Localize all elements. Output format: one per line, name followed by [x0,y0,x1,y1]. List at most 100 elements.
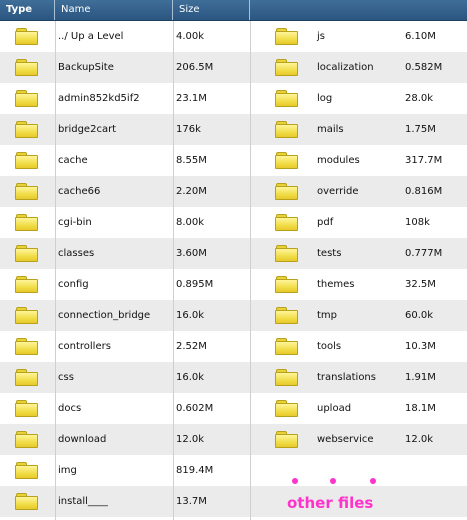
table-row[interactable]: cache 8.55M modules 317.7M [0,145,467,176]
folder-icon [275,121,298,138]
folder-name[interactable]: cache66 [58,176,100,207]
table-row[interactable]: BackupSite 206.5M localization 0.582M [0,52,467,83]
table-row[interactable]: cgi-bin 8.00k pdf 108k [0,207,467,238]
annotation-dot [370,478,376,484]
folder-icon [15,400,38,417]
table-row[interactable]: cache66 2.20M override 0.816M [0,176,467,207]
folder-icon [275,90,298,107]
folder-size: 12.0k [405,434,434,445]
table-row[interactable]: download 12.0k webservice 12.0k [0,424,467,455]
folder-size: 3.60M [176,248,207,259]
folder-name[interactable]: cache [58,145,88,176]
folder-name[interactable]: controllers [58,331,111,362]
table-row[interactable]: connection_bridge 16.0k tmp 60.0k [0,300,467,331]
folder-icon [15,431,38,448]
folder-size: 0.895M [176,279,214,290]
folder-size: 8.55M [176,155,207,166]
name-column-header[interactable]: Name [55,0,173,20]
folder-name[interactable]: css [58,362,74,393]
folder-name[interactable]: pdf [317,207,333,238]
folder-size: 1.91M [405,372,436,383]
folder-icon [275,59,298,76]
table-row[interactable]: config 0.895M themes 32.5M [0,269,467,300]
folder-name[interactable]: webservice [317,424,374,455]
folder-name[interactable]: download [58,424,106,455]
folder-size: 12.0k [176,434,205,445]
folder-icon [275,28,298,45]
folder-size: 8.00k [176,217,205,228]
table-row[interactable]: admin852kd5if2 23.1M log 28.0k [0,83,467,114]
folder-icon [275,400,298,417]
header-spacer [250,0,467,20]
other-files-annotation: other files [278,474,398,518]
folder-size: 4.00k [176,31,205,42]
folder-name[interactable]: img [58,455,77,486]
column-divider [173,21,174,520]
folder-size: 23.1M [176,93,207,104]
folder-size: 2.20M [176,186,207,197]
folder-name[interactable]: install____ [58,486,108,517]
folder-name[interactable]: config [58,269,89,300]
folder-name[interactable]: mails [317,114,344,145]
folder-icon [15,307,38,324]
folder-size: 0.777M [405,248,443,259]
folder-icon [15,338,38,355]
folder-name[interactable]: modules [317,145,360,176]
folder-name[interactable]: bridge2cart [58,114,116,145]
folder-icon [275,214,298,231]
folder-size: 206.5M [176,62,214,73]
table-row[interactable]: bridge2cart 176k mails 1.75M [0,114,467,145]
folder-name[interactable]: themes [317,269,355,300]
folder-icon [15,493,38,510]
folder-size: 2.52M [176,341,207,352]
folder-name[interactable]: cgi-bin [58,207,92,238]
file-rows: ../ Up a Level 4.00k js 6.10M BackupSite 206.… [0,21,467,517]
folder-icon [15,121,38,138]
folder-name[interactable]: override [317,176,359,207]
folder-name[interactable]: BackupSite [58,52,114,83]
folder-size: 60.0k [405,310,434,321]
size-column-header[interactable]: Size [173,0,250,20]
folder-icon [15,276,38,293]
folder-name[interactable]: tests [317,238,341,269]
folder-icon [15,245,38,262]
folder-icon [275,276,298,293]
folder-icon [15,59,38,76]
annotation-dot [292,478,298,484]
folder-name[interactable]: ../ Up a Level [58,21,123,52]
folder-name[interactable]: localization [317,52,374,83]
table-row[interactable]: css 16.0k translations 1.91M [0,362,467,393]
folder-size: 32.5M [405,279,436,290]
folder-size: 0.816M [405,186,443,197]
folder-icon [275,152,298,169]
folder-name[interactable]: docs [58,393,81,424]
column-divider [55,21,56,520]
folder-icon [275,431,298,448]
table-row[interactable]: controllers 2.52M tools 10.3M [0,331,467,362]
folder-name[interactable]: upload [317,393,351,424]
folder-icon [15,152,38,169]
folder-icon [275,369,298,386]
column-divider [250,21,251,520]
table-row[interactable]: classes 3.60M tests 0.777M [0,238,467,269]
folder-name[interactable]: log [317,83,332,114]
folder-name[interactable]: js [317,21,325,52]
folder-name[interactable]: tools [317,331,341,362]
folder-size: 16.0k [176,310,205,321]
file-listing: Type Name Size ../ Up a Level 4.00k js 6.10… [0,0,467,520]
folder-name[interactable]: classes [58,238,94,269]
folder-size: 0.602M [176,403,214,414]
folder-name[interactable]: connection_bridge [58,300,150,331]
folder-size: 18.1M [405,403,436,414]
folder-icon [15,183,38,200]
type-column-header[interactable]: Type [0,0,55,20]
folder-name[interactable]: admin852kd5if2 [58,83,140,114]
folder-name[interactable]: translations [317,362,376,393]
folder-icon [275,245,298,262]
folder-size: 819.4M [176,465,214,476]
folder-icon [15,462,38,479]
table-row[interactable]: ../ Up a Level 4.00k js 6.10M [0,21,467,52]
table-row[interactable]: docs 0.602M upload 18.1M [0,393,467,424]
folder-name[interactable]: tmp [317,300,337,331]
folder-icon [275,338,298,355]
